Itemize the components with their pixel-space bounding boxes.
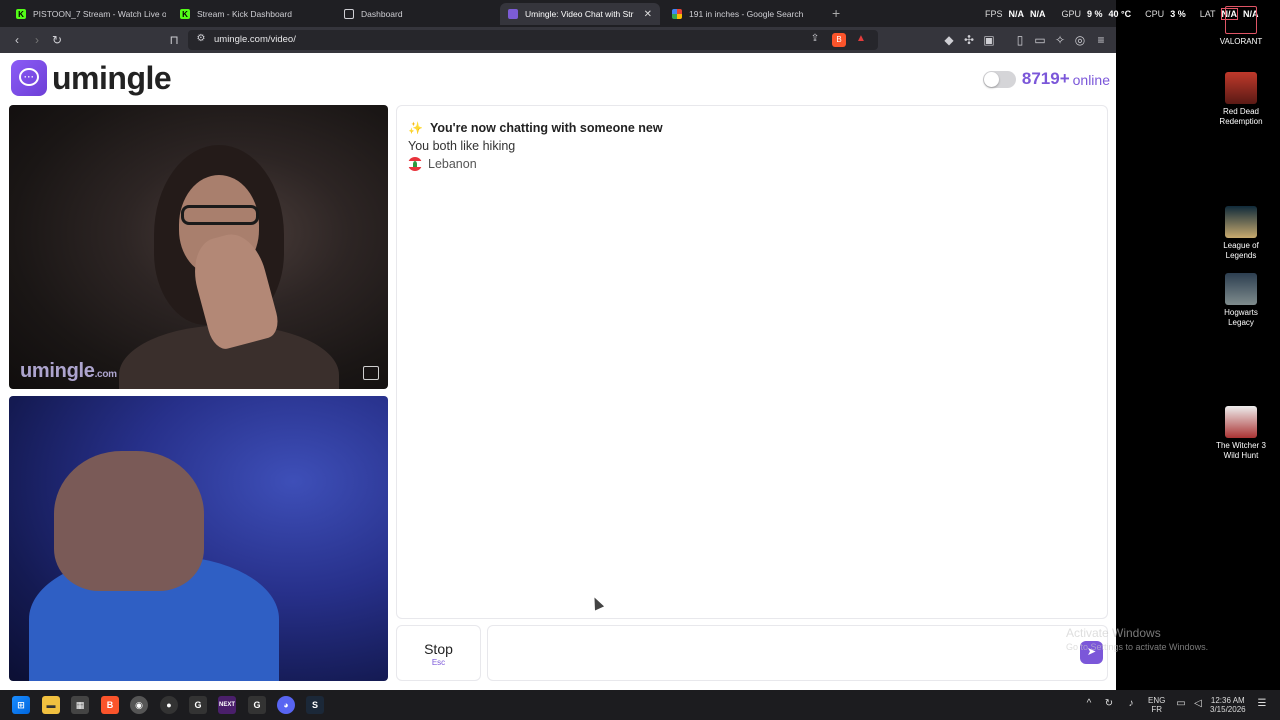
site-settings-icon[interactable]: ⚙ <box>194 33 208 47</box>
file-explorer-icon[interactable]: ▬ <box>42 696 60 714</box>
clock[interactable]: 12:36 AM 3/15/2026 <box>1210 696 1246 714</box>
reload-icon[interactable]: ↻ <box>49 32 65 48</box>
microphone-icon[interactable]: ♪ <box>1125 698 1137 710</box>
sidebar-icon[interactable]: ▯ <box>1012 32 1028 48</box>
vpn-icon[interactable]: ◎ <box>1072 32 1088 48</box>
valorant-icon <box>1225 6 1257 34</box>
fps-value: N/A <box>1008 8 1025 19</box>
chevron-up-icon[interactable]: ^ <box>1083 698 1095 710</box>
report-flag-icon[interactable] <box>363 366 379 380</box>
desktop-icon-hogwarts[interactable]: Hogwarts Legacy <box>1211 273 1271 328</box>
browser-window: K PISTOON_7 Stream - Watch Live on K K S… <box>0 0 1259 690</box>
logitech-g-icon[interactable]: G <box>189 696 207 714</box>
url-text: umingle.com/video/ <box>214 34 296 45</box>
logo-text: umingle <box>52 59 172 96</box>
umingle-page: ··· umingle 8719+ online umingle.com ✨ Y… <box>0 53 1116 690</box>
discord-icon[interactable]: ◕ <box>277 696 295 714</box>
notification-icon[interactable]: ☰ <box>1256 698 1268 710</box>
fps-value-2: N/A <box>1030 8 1046 19</box>
online-counter: 8719+ online <box>982 69 1110 89</box>
hogwarts-icon <box>1225 273 1257 305</box>
volume-icon[interactable]: ◁ <box>1192 698 1204 710</box>
fps-label: FPS <box>985 8 1003 19</box>
kick-icon: K <box>180 9 190 19</box>
red-dead-icon <box>1225 72 1257 104</box>
system-message: ✨ You're now chatting with someone new <box>408 121 663 135</box>
close-icon[interactable]: ✕ <box>644 9 652 20</box>
brave-icon[interactable]: B <box>101 696 119 714</box>
menu-icon[interactable]: ≡ <box>1093 32 1109 48</box>
chat-panel: ✨ You're now chatting with someone new Y… <box>396 105 1108 619</box>
gpu-label: GPU <box>1061 8 1082 19</box>
rewards-icon[interactable]: ▲ <box>854 33 868 47</box>
stop-label: Stop <box>424 641 453 657</box>
desktop-icon-valorant[interactable]: VALORANT <box>1211 6 1271 47</box>
shield-icon[interactable]: ◆ <box>941 32 957 48</box>
site-logo[interactable]: ··· umingle <box>11 59 172 96</box>
stop-button[interactable]: Stop Esc <box>396 625 481 681</box>
tab-google-search[interactable]: 191 in inches - Google Search <box>664 3 828 25</box>
league-icon <box>1225 206 1257 238</box>
bookmark-icon[interactable]: ⊓ <box>166 32 182 48</box>
desktop-icon-witcher[interactable]: The Witcher 3 Wild Hunt <box>1211 406 1271 461</box>
message-input[interactable] <box>487 625 1108 681</box>
stop-shortcut: Esc <box>431 658 446 667</box>
network-icon[interactable]: ▭ <box>1175 698 1187 710</box>
language-indicator[interactable]: ENG FR <box>1148 696 1165 714</box>
kick-icon: K <box>16 9 26 19</box>
tab-label: Umingle: Video Chat with Str <box>525 9 634 19</box>
tab-kick-stream[interactable]: K PISTOON_7 Stream - Watch Live on K <box>8 3 166 25</box>
tab-dashboard[interactable]: Dashboard <box>336 3 496 25</box>
gpu-temp: 40 °C <box>1108 8 1132 19</box>
ghub-icon[interactable]: G <box>248 696 266 714</box>
witcher-icon <box>1225 406 1257 438</box>
leo-ai-icon[interactable]: ✧ <box>1052 32 1068 48</box>
cpu-usage: 3 % <box>1170 8 1186 19</box>
windows-start-icon[interactable]: ⊞ <box>12 696 30 714</box>
online-count: 8719+ <box>1021 69 1070 88</box>
common-interest-message: You both like hiking <box>408 139 516 153</box>
tab-label: Dashboard <box>361 9 403 19</box>
forward-icon[interactable]: › <box>29 32 45 48</box>
store-icon[interactable]: ▦ <box>71 696 89 714</box>
google-icon <box>672 9 682 19</box>
tab-label: 191 in inches - Google Search <box>689 9 804 19</box>
tab-umingle[interactable]: Umingle: Video Chat with Str ✕ <box>500 3 660 25</box>
new-tab-button[interactable]: + <box>832 5 840 21</box>
sync-icon[interactable]: ↻ <box>1103 698 1115 710</box>
country-message: Lebanon <box>408 157 477 171</box>
browser-toolbar: ‹ › ↻ ⊓ ⚙ umingle.com/video/ ⇪ B ▲ ◆ ✣ ▣… <box>0 27 1116 53</box>
address-bar[interactable]: ⚙ umingle.com/video/ ⇪ B ▲ <box>188 30 878 50</box>
globe-icon <box>344 9 354 19</box>
steam-icon[interactable]: S <box>306 696 324 714</box>
theme-toggle[interactable] <box>982 70 1016 88</box>
cpu-label: CPU <box>1145 8 1165 19</box>
umingle-logo-icon: ··· <box>11 60 47 96</box>
lebanon-flag-icon <box>408 157 422 171</box>
tab-bar: K PISTOON_7 Stream - Watch Live on K K S… <box>0 0 1259 27</box>
back-icon[interactable]: ‹ <box>9 32 25 48</box>
share-icon[interactable]: ⇪ <box>808 33 822 47</box>
tab-kick-dashboard[interactable]: K Stream - Kick Dashboard <box>172 3 332 25</box>
gpu-usage: 9 % <box>1087 8 1103 19</box>
wallet-icon[interactable]: ▭ <box>1032 32 1048 48</box>
extensions-icon[interactable]: ✣ <box>961 32 977 48</box>
umingle-icon <box>508 9 518 19</box>
tab-label: Stream - Kick Dashboard <box>197 9 292 19</box>
taskbar: ⊞ ▬ ▦ B ◉ ● G NEXT G ◕ S ^ ↻ ♪ ENG FR ▭ … <box>0 690 1280 720</box>
desktop-icon-lol[interactable]: League of Legends <box>1211 206 1271 261</box>
desktop-icon-rdr[interactable]: Red Dead Redemption <box>1211 72 1271 127</box>
activate-windows-watermark: Activate Windows Go to Settings to activ… <box>1066 626 1209 652</box>
umingle-watermark: umingle.com <box>20 360 117 382</box>
brave-shields-icon[interactable]: B <box>832 33 846 47</box>
tab-label: PISTOON_7 Stream - Watch Live on K <box>33 9 166 19</box>
self-video <box>9 396 388 681</box>
next-app-icon[interactable]: NEXT <box>218 696 236 714</box>
stranger-video: umingle.com <box>9 105 388 389</box>
online-label: online <box>1072 72 1110 88</box>
media-icon[interactable]: ▣ <box>981 32 997 48</box>
chrome-icon[interactable]: ◉ <box>130 696 148 714</box>
obs-icon[interactable]: ● <box>160 696 178 714</box>
sparkle-icon: ✨ <box>408 121 423 135</box>
